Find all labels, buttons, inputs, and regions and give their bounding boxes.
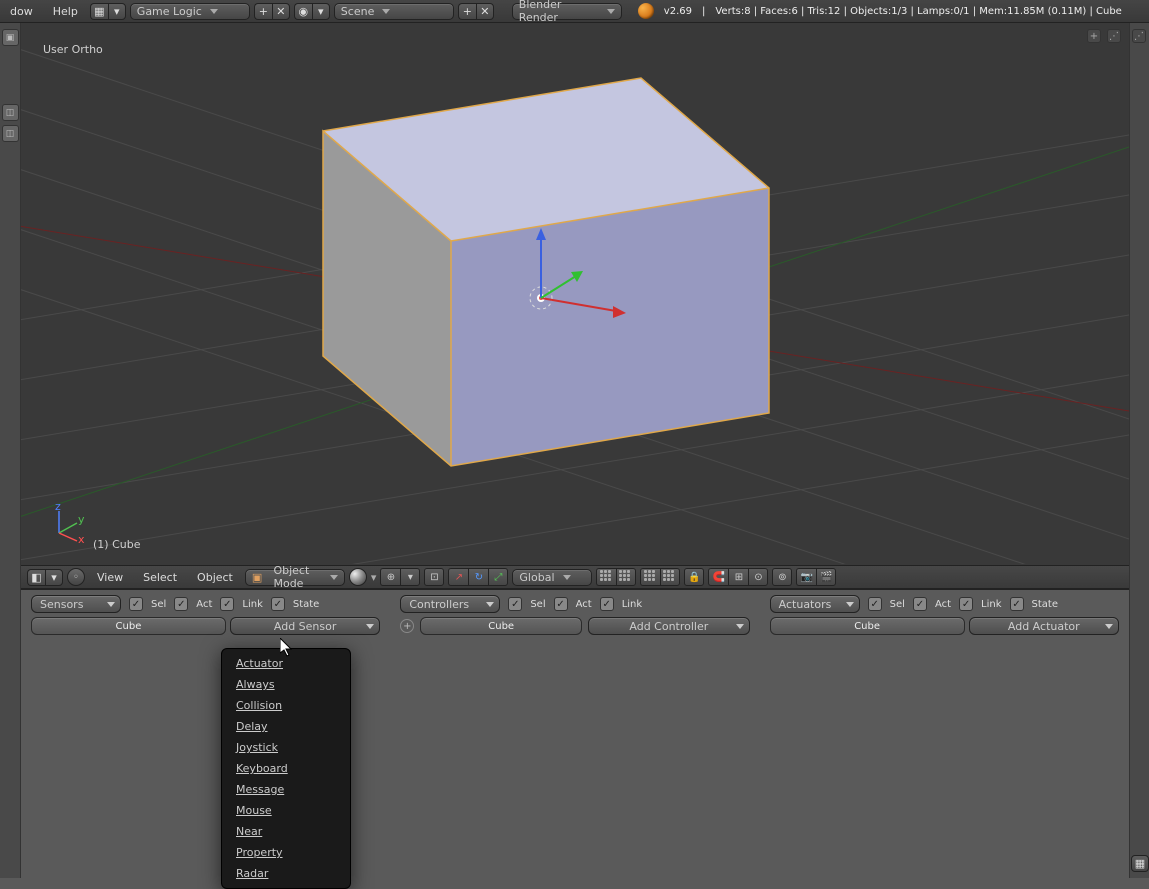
menu-select[interactable]: Select bbox=[135, 568, 185, 587]
tool-3[interactable]: ◫ bbox=[2, 125, 19, 142]
3d-viewport[interactable]: User Ortho (1) Cube z y x + ⋰ bbox=[21, 23, 1129, 565]
popup-item-mouse[interactable]: Mouse bbox=[222, 800, 350, 821]
svg-text:z: z bbox=[55, 503, 61, 513]
version-text: v2.69 bbox=[664, 6, 692, 17]
render-engine-dropdown[interactable]: Blender Render bbox=[512, 3, 622, 20]
popup-item-always[interactable]: Always bbox=[222, 674, 350, 695]
left-toolbar: ▣ ◫ ◫ bbox=[0, 23, 21, 878]
popup-item-near[interactable]: Near bbox=[222, 821, 350, 842]
scene-label: Scene bbox=[341, 5, 375, 18]
add-controller-dropdown[interactable]: Add Controller bbox=[588, 617, 750, 635]
screen-layout-buttons[interactable]: +✕ bbox=[254, 3, 290, 20]
popup-item-actuator[interactable]: Actuator bbox=[222, 653, 350, 674]
menu-object[interactable]: Object bbox=[189, 568, 241, 587]
menu-window[interactable]: dow bbox=[2, 2, 41, 21]
tool-2[interactable]: ◫ bbox=[2, 104, 19, 121]
controllers-dropdown[interactable]: Controllers bbox=[400, 595, 500, 613]
scene-stats: Verts:8 | Faces:6 | Tris:12 | Objects:1/… bbox=[715, 6, 1121, 17]
split-handle-icon[interactable]: ⋰ bbox=[1107, 29, 1121, 43]
split-plus-icon[interactable]: + bbox=[1087, 29, 1101, 43]
add-sensor-dropdown[interactable]: Add Sensor bbox=[230, 617, 380, 635]
render-preview-icons[interactable]: 📷🎬 bbox=[796, 568, 836, 586]
mode-label: Object Mode bbox=[273, 564, 321, 590]
menu-view[interactable]: View bbox=[89, 568, 131, 587]
pivot-selector[interactable]: ⊕▾ bbox=[380, 568, 420, 586]
proportional-edit-icon[interactable]: ⊚ bbox=[772, 568, 792, 586]
sensors-link-check[interactable]: ✓ bbox=[220, 597, 234, 611]
viewport-header: ◧▾ ◦ View Select Object ▣ Object Mode ▾ … bbox=[21, 565, 1129, 589]
popup-item-message[interactable]: Message bbox=[222, 779, 350, 800]
actuators-sel-check[interactable]: ✓ bbox=[868, 597, 882, 611]
scene-buttons[interactable]: +✕ bbox=[458, 3, 494, 20]
actuator-object-name[interactable]: Cube bbox=[770, 617, 965, 635]
scene-dropdown[interactable]: Scene bbox=[334, 3, 454, 20]
editor-type-3dview[interactable]: ◧▾ bbox=[27, 569, 63, 586]
right-panel: ⋰ ▦ bbox=[1129, 23, 1149, 878]
menu-help[interactable]: Help bbox=[45, 2, 86, 21]
editor-type-right[interactable]: ▦ bbox=[1131, 855, 1149, 872]
popup-item-keyboard[interactable]: Keyboard bbox=[222, 758, 350, 779]
add-actuator-dropdown[interactable]: Add Actuator bbox=[969, 617, 1119, 635]
sensor-object-name[interactable]: Cube bbox=[31, 617, 226, 635]
popup-item-collision[interactable]: Collision bbox=[222, 695, 350, 716]
mode-dropdown[interactable]: ▣ Object Mode bbox=[245, 569, 345, 586]
layer-buttons-1[interactable] bbox=[596, 568, 636, 586]
actuators-state-check[interactable]: ✓ bbox=[1010, 597, 1024, 611]
screen-layout-label: Game Logic bbox=[137, 5, 202, 18]
expand-icon[interactable]: ◦ bbox=[67, 568, 85, 586]
actuators-link-check[interactable]: ✓ bbox=[959, 597, 973, 611]
actuators-act-check[interactable]: ✓ bbox=[913, 597, 927, 611]
blender-logo-icon bbox=[638, 3, 654, 19]
pivot-toggle[interactable]: ⊡ bbox=[424, 568, 444, 586]
viewport-canvas bbox=[21, 23, 1129, 564]
right-split-icon[interactable]: ⋰ bbox=[1132, 29, 1146, 43]
axes-gizmo: z y x bbox=[49, 503, 89, 543]
controller-expand-icon[interactable]: + bbox=[400, 619, 414, 633]
info-header: dow Help ▦▾ Game Logic +✕ ◉▾ Scene +✕ Bl… bbox=[0, 0, 1149, 23]
popup-item-delay[interactable]: Delay bbox=[222, 716, 350, 737]
logic-editor: Sensors ✓Sel ✓Act ✓Link ✓State Controlle… bbox=[21, 589, 1129, 878]
sensors-sel-check[interactable]: ✓ bbox=[129, 597, 143, 611]
object-label: (1) Cube bbox=[93, 538, 140, 551]
orientation-label: Global bbox=[519, 571, 554, 584]
view-label: User Ortho bbox=[43, 43, 103, 56]
manipulator-toggles[interactable]: ↗↻⤢ bbox=[448, 568, 508, 586]
svg-text:x: x bbox=[78, 533, 85, 543]
controllers-link-check[interactable]: ✓ bbox=[600, 597, 614, 611]
render-engine-label: Blender Render bbox=[519, 0, 599, 24]
screen-layout-dropdown[interactable]: Game Logic bbox=[130, 3, 250, 20]
controller-object-name[interactable]: Cube bbox=[420, 617, 582, 635]
sensors-act-check[interactable]: ✓ bbox=[174, 597, 188, 611]
scene-icon[interactable]: ◉▾ bbox=[294, 3, 330, 20]
actuators-dropdown[interactable]: Actuators bbox=[770, 595, 860, 613]
snap-toggles[interactable]: 🧲⊞⊙ bbox=[708, 568, 768, 586]
popup-item-property[interactable]: Property bbox=[222, 842, 350, 863]
tool-1[interactable]: ▣ bbox=[2, 29, 19, 46]
editor-type-icon[interactable]: ▦▾ bbox=[90, 3, 126, 20]
stats-separator: | bbox=[702, 6, 705, 17]
sensors-dropdown[interactable]: Sensors bbox=[31, 595, 121, 613]
controllers-sel-check[interactable]: ✓ bbox=[508, 597, 522, 611]
sensors-state-check[interactable]: ✓ bbox=[271, 597, 285, 611]
controllers-act-check[interactable]: ✓ bbox=[554, 597, 568, 611]
shading-sphere-icon[interactable] bbox=[349, 568, 367, 586]
add-sensor-popup: Actuator Always Collision Delay Joystick… bbox=[221, 648, 351, 889]
popup-item-joystick[interactable]: Joystick bbox=[222, 737, 350, 758]
svg-text:y: y bbox=[78, 513, 85, 526]
popup-item-radar[interactable]: Radar bbox=[222, 863, 350, 884]
layer-buttons-2[interactable] bbox=[640, 568, 680, 586]
lock-camera-icon[interactable]: 🔒 bbox=[684, 568, 704, 586]
orientation-dropdown[interactable]: Global bbox=[512, 569, 592, 586]
